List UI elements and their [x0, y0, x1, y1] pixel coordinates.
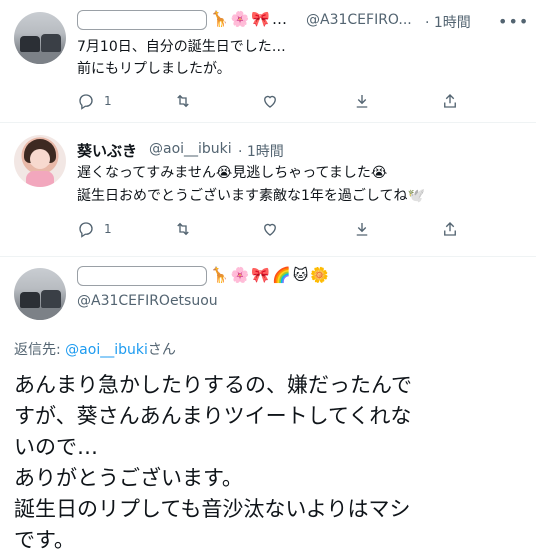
- avatar[interactable]: [14, 268, 66, 320]
- reply-to-line: 返信先: @aoi__ibukiさん: [14, 339, 176, 359]
- tweet-text-line: 誕生日のリプしても音沙汰ないよりはマシ: [14, 497, 411, 521]
- tweet-text-line: 前にもリプしましたが。: [77, 61, 231, 77]
- tweet-actions: 1: [77, 220, 517, 240]
- like-icon: [264, 223, 276, 236]
- retweet-icon: [177, 222, 189, 236]
- reply-button[interactable]: 1: [77, 220, 112, 238]
- retweet-icon: [177, 94, 189, 108]
- tweet-text-line: 7月10日、自分の誕生日でした…: [77, 39, 286, 55]
- reply-icon: [79, 94, 93, 110]
- download-button[interactable]: [353, 92, 371, 110]
- reply-icon: [79, 222, 93, 238]
- user-handle[interactable]: @A31CEFIROetsuou: [77, 293, 218, 309]
- like-icon: [264, 95, 276, 108]
- tweet-1[interactable]: 🦒🌸🎀… @A31CEFIRO... · 1時間 ••• 7月10日、自分の誕生…: [0, 0, 536, 120]
- redacted-name-box: [77, 10, 207, 30]
- tweet-2[interactable]: 葵いぶき @aoi__ibuki · 1時間 遅くなってすみません😭見逃しちゃっ…: [0, 123, 536, 255]
- redacted-name-box: [77, 266, 207, 286]
- reply-to-label: 返信先:: [14, 342, 61, 358]
- tweet-text-line: すが、葵さんあんまりツイートしてくれな: [14, 404, 412, 428]
- main-tweet-text: あんまり急かしたりするの、嫌だったんで すが、葵さんあんまりツイートしてくれな …: [14, 370, 412, 551]
- tweet-text-line: です。: [14, 528, 75, 551]
- download-icon: [356, 95, 368, 108]
- download-button[interactable]: [353, 220, 371, 238]
- share-icon: [444, 94, 456, 108]
- name-emojis: 🦒🌸🎀…: [210, 10, 290, 28]
- download-icon: [356, 223, 368, 236]
- tweet-time[interactable]: · 1時間: [425, 12, 471, 32]
- avatar[interactable]: [14, 135, 66, 187]
- tweet-text-line: いので…: [14, 435, 98, 459]
- share-button[interactable]: [441, 92, 459, 110]
- avatar[interactable]: [14, 12, 66, 64]
- like-button[interactable]: [261, 220, 279, 238]
- tweet-time[interactable]: · 1時間: [238, 141, 284, 161]
- tweet-text-line: ありがとうございます。: [14, 466, 243, 490]
- reply-suffix: さん: [147, 342, 176, 358]
- user-handle[interactable]: @aoi__ibuki: [149, 141, 232, 157]
- display-name[interactable]: 葵いぶき: [77, 140, 137, 161]
- name-emojis: 🦒🌸🎀🌈🐱🌼: [210, 266, 332, 284]
- reply-mention-link[interactable]: @aoi__ibuki: [65, 342, 148, 358]
- tweet-text-line: あんまり急かしたりするの、嫌だったんで: [14, 373, 412, 397]
- tweet-actions: 1: [77, 92, 517, 112]
- like-button[interactable]: [261, 92, 279, 110]
- retweet-button[interactable]: [174, 92, 192, 110]
- user-handle[interactable]: @A31CEFIRO...: [306, 12, 412, 28]
- share-icon: [444, 222, 456, 236]
- reply-button[interactable]: 1: [77, 92, 112, 110]
- main-tweet: 🦒🌸🎀🌈🐱🌼 @A31CEFIROetsuou 返信先: @aoi__ibuki…: [0, 257, 536, 551]
- reply-count: 1: [104, 94, 112, 108]
- retweet-button[interactable]: [174, 220, 192, 238]
- more-options-icon[interactable]: •••: [498, 12, 529, 31]
- share-button[interactable]: [441, 220, 459, 238]
- tweet-text-line: 誕生日おめでとうございます素敵な1年を過ごしてね🕊️: [77, 188, 425, 204]
- tweet-text-line: 遅くなってすみません😭見逃しちゃってました😭: [77, 165, 388, 181]
- reply-count: 1: [104, 222, 112, 236]
